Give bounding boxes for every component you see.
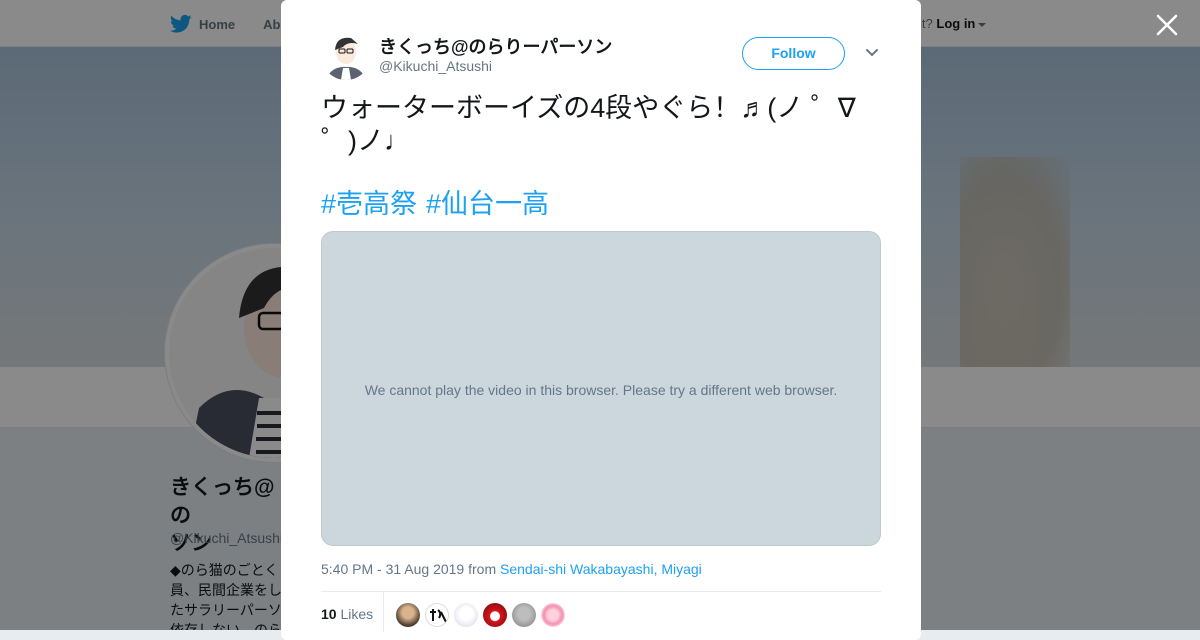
follow-button[interactable]: Follow: [742, 37, 845, 70]
divider: [321, 591, 881, 592]
likes-number: 10: [321, 606, 337, 622]
liker-avatar[interactable]: [425, 603, 449, 627]
author-handle[interactable]: @Kikuchi_Atsushi: [379, 58, 492, 74]
tweet-hashtags: #壱高祭 #仙台一高: [321, 188, 558, 221]
likes-count[interactable]: 10 Likes: [321, 606, 373, 622]
tweet-modal: きくっち@のらりーパーソン @Kikuchi_Atsushi Follow ウォ…: [281, 0, 921, 640]
author-avatar-illustration: [321, 30, 371, 80]
tweet-timestamp[interactable]: 5:40 PM - 31 Aug 2019: [321, 561, 464, 577]
close-icon[interactable]: [1154, 12, 1180, 38]
video-unsupported-message: We cannot play the video in this browser…: [364, 382, 838, 398]
liker-avatar[interactable]: [483, 603, 507, 627]
liker-avatar[interactable]: [454, 603, 478, 627]
liker-avatars: [396, 603, 570, 627]
liker-avatar[interactable]: [396, 603, 420, 627]
chevron-down-icon[interactable]: [865, 48, 879, 58]
calligraphy-avatar-icon: [430, 609, 447, 623]
video-player[interactable]: We cannot play the video in this browser…: [321, 231, 881, 546]
tweet-metadata: 5:40 PM - 31 Aug 2019 from Sendai-shi Wa…: [321, 561, 702, 577]
stats-divider: [383, 592, 384, 632]
author-avatar[interactable]: [321, 30, 371, 80]
tweet-text: ウォーターボーイズの4段やぐら！♬(ノ ゜∇ ゜)ノ♩: [321, 93, 856, 156]
from-label: from: [468, 561, 497, 577]
author-name[interactable]: きくっち@のらりーパーソン: [379, 33, 612, 59]
liker-avatar[interactable]: [541, 603, 565, 627]
hashtag-link[interactable]: #壱高祭: [321, 189, 417, 219]
location-link[interactable]: Sendai-shi Wakabayashi, Miyagi: [500, 561, 702, 577]
liker-avatar[interactable]: [512, 603, 536, 627]
hashtag-link[interactable]: #仙台一高: [426, 189, 549, 219]
likes-label: Likes: [340, 606, 374, 622]
